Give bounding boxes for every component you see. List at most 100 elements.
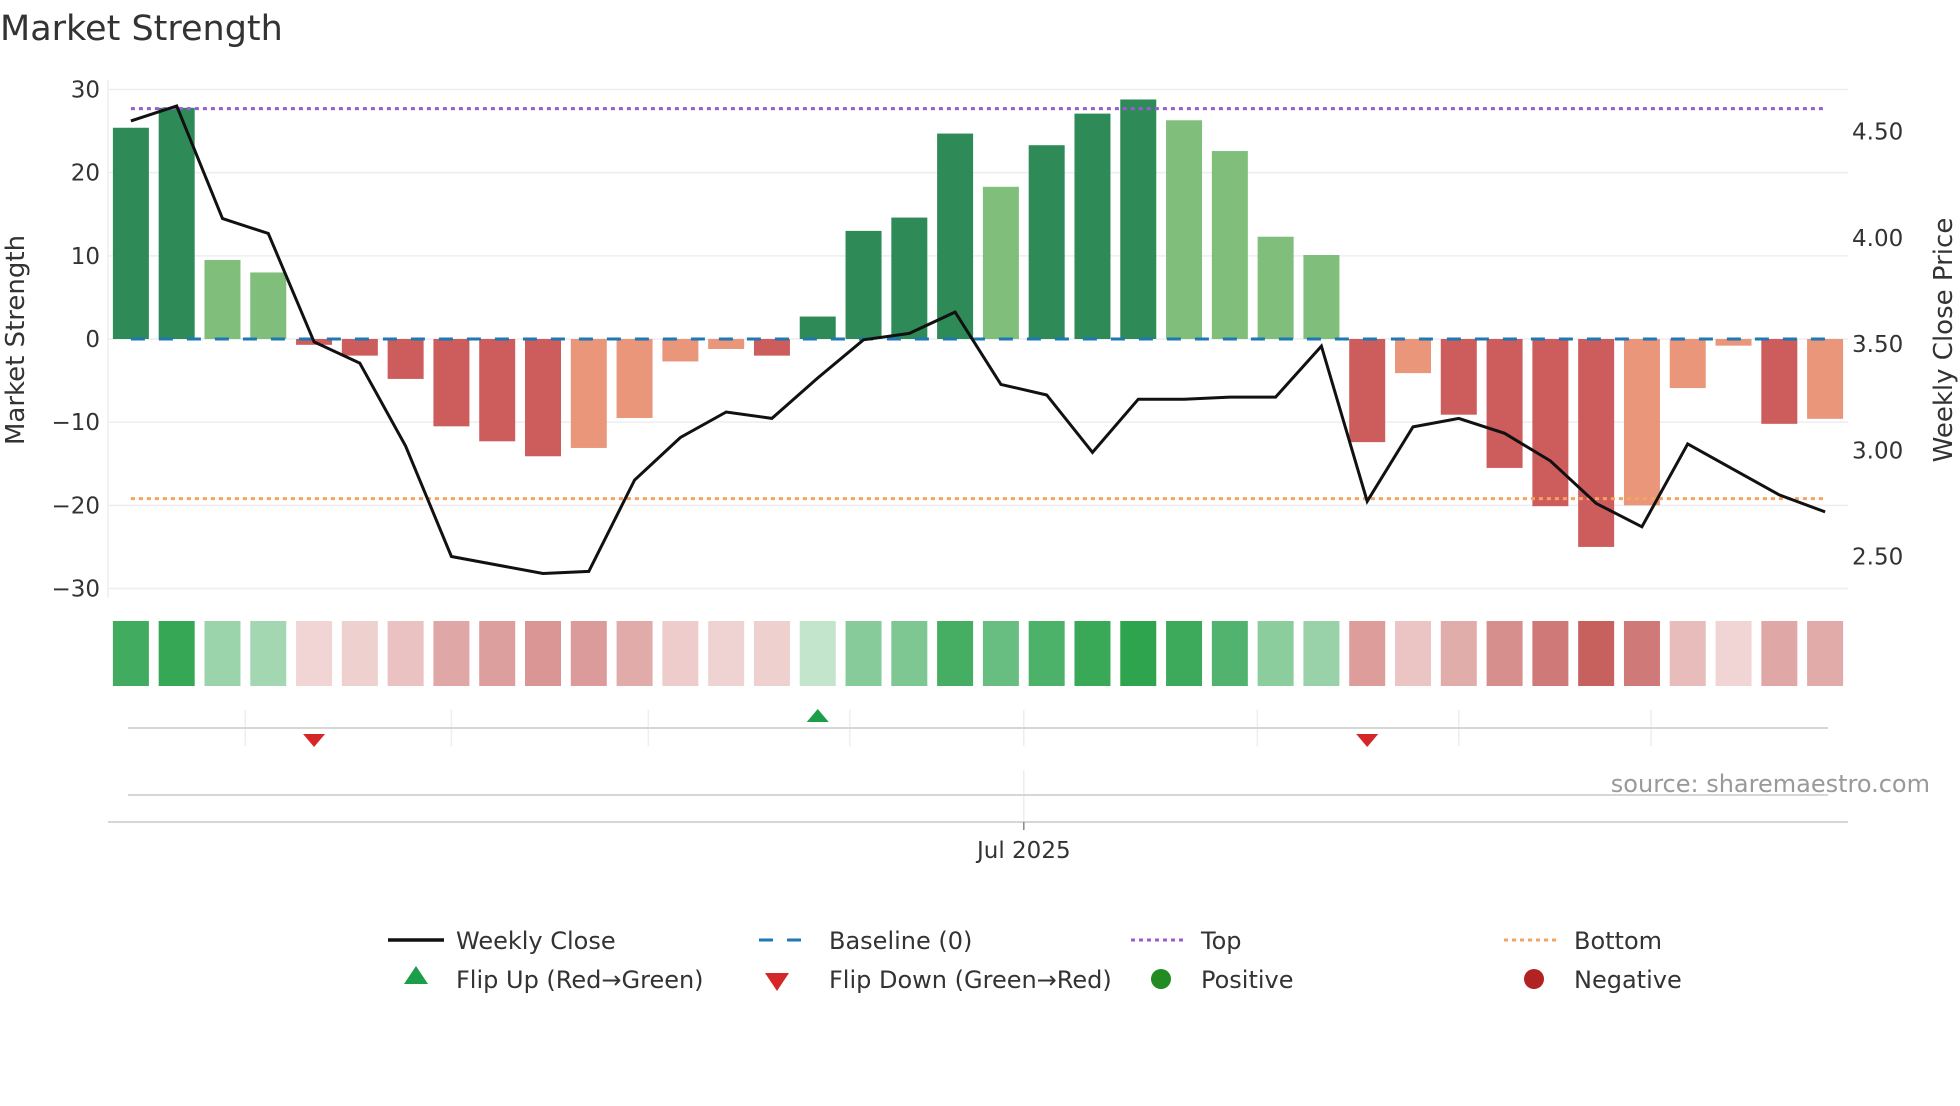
heat-cell: [204, 621, 240, 686]
heat-cell: [617, 621, 653, 686]
heat-cell: [800, 621, 836, 686]
strength-bar: [1074, 114, 1110, 339]
y2-tick-label: 4.00: [1852, 226, 1903, 252]
strength-bar: [1487, 339, 1523, 468]
flip-down-icon: [765, 973, 789, 991]
flip-up-icon: [807, 709, 829, 722]
heat-cell: [1441, 621, 1477, 686]
strength-bar: [1670, 339, 1706, 388]
strength-bar: [846, 231, 882, 339]
strength-bar: [1029, 145, 1065, 339]
heat-cell: [1532, 621, 1568, 686]
strength-bar: [617, 339, 653, 418]
flip-markers: [128, 709, 1828, 747]
heat-cell: [1578, 621, 1614, 686]
heat-cell: [1761, 621, 1797, 686]
strength-bar: [1303, 255, 1339, 339]
strength-bar: [1761, 339, 1797, 424]
y-tick-label: 20: [71, 161, 100, 187]
y-tick-label: −30: [51, 577, 100, 603]
strength-bar: [388, 339, 424, 379]
legend-weekly-close: Weekly Close: [456, 927, 616, 955]
strength-bars: [113, 99, 1843, 546]
heat-cell: [1029, 621, 1065, 686]
strength-bar: [1212, 151, 1248, 339]
strength-bar: [937, 134, 973, 339]
heat-cell: [388, 621, 424, 686]
positive-dot-icon: [1151, 969, 1171, 989]
heat-cell: [1212, 621, 1248, 686]
y-tick-label: 0: [85, 327, 100, 353]
heat-cell: [479, 621, 515, 686]
heat-cell: [1258, 621, 1294, 686]
strength-bar: [891, 218, 927, 339]
heat-cell: [433, 621, 469, 686]
heat-cell: [159, 621, 195, 686]
legend: Weekly Close Baseline (0) Top Bottom Fli…: [388, 927, 1682, 994]
heat-cell: [937, 621, 973, 686]
legend-positive: Positive: [1201, 966, 1294, 994]
strength-bar: [159, 108, 195, 339]
y-tick-label: 30: [71, 77, 100, 103]
heat-cell: [891, 621, 927, 686]
heat-cell: [754, 621, 790, 686]
market-strength-chart: Market Strength Market Strength Weekly C…: [0, 0, 1960, 1102]
heat-cell: [662, 621, 698, 686]
strength-bar: [1166, 120, 1202, 339]
strength-bar: [204, 260, 240, 339]
legend-top: Top: [1200, 927, 1242, 955]
strength-bar: [571, 339, 607, 448]
negative-dot-icon: [1524, 969, 1544, 989]
legend-flip-up: Flip Up (Red→Green): [456, 966, 704, 994]
y2-tick-label: 3.00: [1852, 438, 1903, 464]
heat-cell: [571, 621, 607, 686]
heat-cell: [1166, 621, 1202, 686]
strength-bar: [1349, 339, 1385, 442]
x-axis: Jul 2025: [108, 770, 1848, 864]
heat-cell: [296, 621, 332, 686]
chart-title: Market Strength: [0, 9, 283, 49]
y2-axis-ticks: 4.504.003.503.002.50: [1852, 120, 1903, 571]
heat-cell: [1303, 621, 1339, 686]
y2-tick-label: 2.50: [1852, 545, 1903, 571]
heat-cell: [1349, 621, 1385, 686]
strength-bar: [1258, 237, 1294, 339]
strength-bar: [754, 339, 790, 356]
x-tick-label: Jul 2025: [975, 838, 1071, 864]
strength-bar: [1578, 339, 1614, 547]
strength-bar: [983, 187, 1019, 339]
heat-cell: [525, 621, 561, 686]
heat-cell: [846, 621, 882, 686]
strength-bar: [800, 317, 836, 339]
strength-bar: [479, 339, 515, 441]
y-tick-label: −20: [51, 493, 100, 519]
heat-cell: [1120, 621, 1156, 686]
strength-bar: [1807, 339, 1843, 419]
heat-cell: [1395, 621, 1431, 686]
legend-bottom: Bottom: [1574, 927, 1662, 955]
strength-bar: [1441, 339, 1477, 415]
heat-strip: [113, 621, 1843, 686]
heat-cell: [1670, 621, 1706, 686]
legend-baseline: Baseline (0): [829, 927, 972, 955]
source-label: source: sharemaestro.com: [1611, 770, 1930, 798]
y2-axis-label: Weekly Close Price: [1929, 218, 1959, 463]
strength-bar: [1624, 339, 1660, 505]
y2-tick-label: 3.50: [1852, 332, 1903, 358]
heat-cell: [113, 621, 149, 686]
flip-up-icon: [404, 966, 428, 984]
heat-cell: [1716, 621, 1752, 686]
flip-down-icon: [303, 734, 325, 747]
legend-negative: Negative: [1574, 966, 1682, 994]
y-axis-label: Market Strength: [1, 235, 31, 445]
heat-cell: [1487, 621, 1523, 686]
heat-cell: [1807, 621, 1843, 686]
flip-down-icon: [1356, 734, 1378, 747]
strength-bar: [662, 339, 698, 361]
strength-bar: [1395, 339, 1431, 373]
strength-bar: [525, 339, 561, 456]
heat-cell: [342, 621, 378, 686]
strength-bar: [1120, 99, 1156, 339]
legend-flip-down: Flip Down (Green→Red): [829, 966, 1112, 994]
strength-bar: [342, 339, 378, 356]
